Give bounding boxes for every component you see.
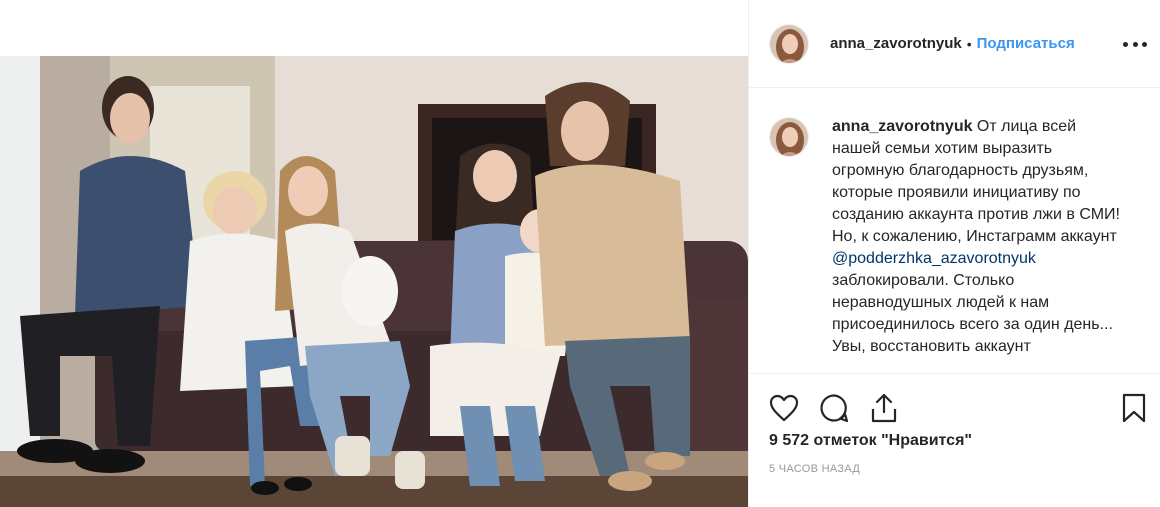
username-link[interactable]: anna_zavorotnyuk [830,35,962,52]
share-icon[interactable] [867,391,901,425]
caption-mention[interactable]: @podderzhka_azavorotnyuk [832,250,1036,267]
bookmark-icon[interactable] [1117,391,1151,425]
post-header: anna_zavorotnyuk • Подписаться [749,0,1160,88]
caption-body: От лица всей нашей семьи хотим выразить … [832,118,1120,245]
post-timestamp[interactable]: 5 ЧАСОВ НАЗАД [769,463,860,475]
comment-icon[interactable] [817,391,851,425]
more-horizontal-icon[interactable] [1123,32,1147,56]
actions-section [749,373,1160,434]
actions-bar [749,374,1160,434]
caption-username[interactable]: anna_zavorotnyuk [832,118,972,135]
photo-area [0,0,748,507]
avatar[interactable] [769,23,809,64]
likes-count[interactable]: 9 572 отметок "Нравится" [769,432,972,450]
caption-body-end: заблокировали. Столько неравнодушных люд… [832,272,1113,355]
follow-button[interactable]: Подписаться [977,35,1075,52]
separator-dot: • [966,35,972,52]
caption-avatar[interactable] [769,117,809,157]
caption-text: anna_zavorotnyuk От лица всей нашей семь… [832,116,1122,372]
post-photo[interactable] [0,56,748,507]
instagram-post-page: anna_zavorotnyuk • Подписаться anna_zavo… [0,0,1160,507]
caption: anna_zavorotnyuk От лица всей нашей семь… [769,116,1149,372]
post-side-panel: anna_zavorotnyuk • Подписаться anna_zavo… [748,0,1160,507]
heart-icon[interactable] [767,391,801,425]
